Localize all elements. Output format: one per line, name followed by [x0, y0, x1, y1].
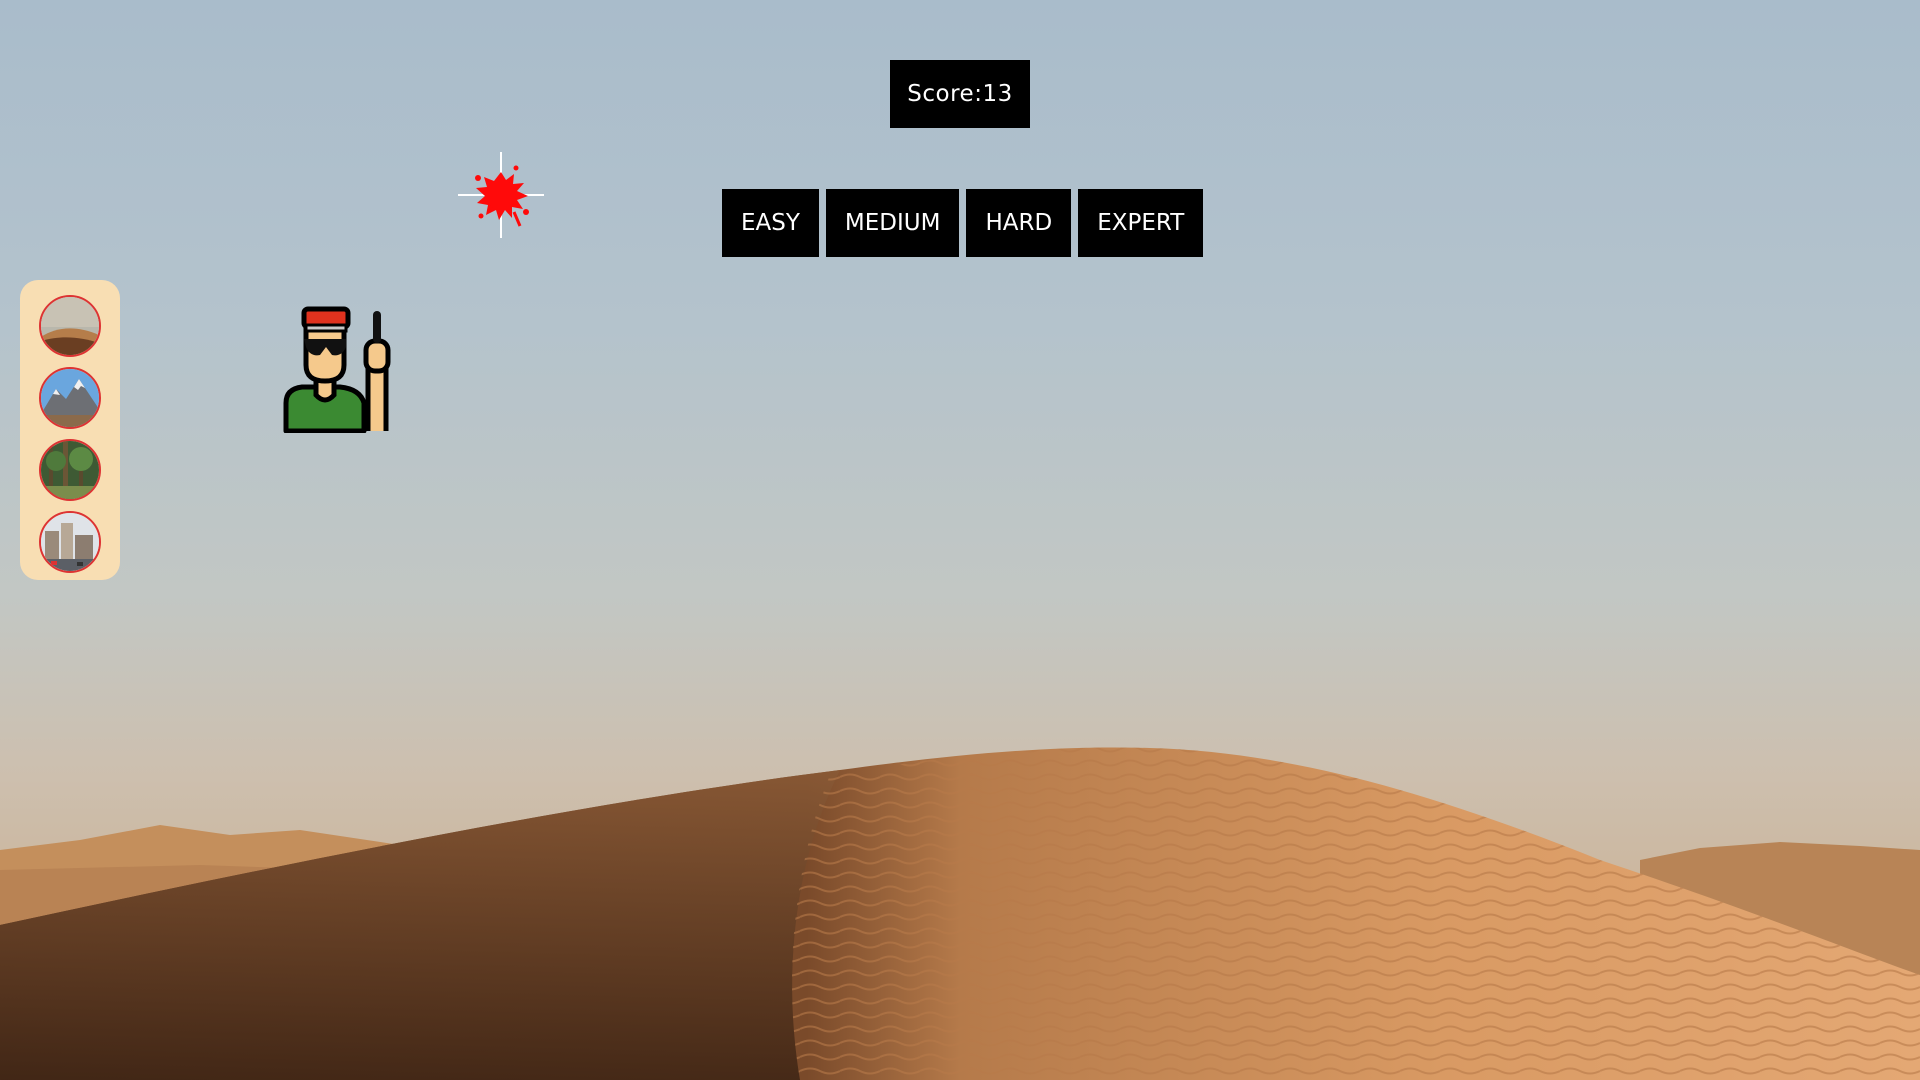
target-character[interactable]: [280, 303, 395, 434]
difficulty-selector: EASY MEDIUM HARD EXPERT: [722, 189, 1204, 257]
mountains-thumb-icon: [41, 369, 99, 427]
background-thumb-mountains[interactable]: [39, 367, 101, 429]
forest-thumb-icon: [41, 441, 99, 499]
expert-button[interactable]: EXPERT: [1078, 189, 1204, 257]
medium-button[interactable]: MEDIUM: [825, 189, 960, 257]
background-thumb-city[interactable]: [39, 511, 101, 573]
game-scene[interactable]: Score:13 EASY MEDIUM HARD EXPERT: [0, 0, 1920, 1080]
easy-button[interactable]: EASY: [722, 189, 819, 257]
background-selector: [20, 280, 120, 580]
score-display: Score:13: [890, 60, 1030, 128]
desert-background: [0, 747, 1920, 1080]
soldier-icon: [283, 306, 391, 434]
desert-thumb-icon: [41, 297, 99, 355]
background-thumb-forest[interactable]: [39, 439, 101, 501]
hard-button[interactable]: HARD: [966, 189, 1072, 257]
background-thumb-desert[interactable]: [39, 295, 101, 357]
city-thumb-icon: [41, 513, 99, 571]
